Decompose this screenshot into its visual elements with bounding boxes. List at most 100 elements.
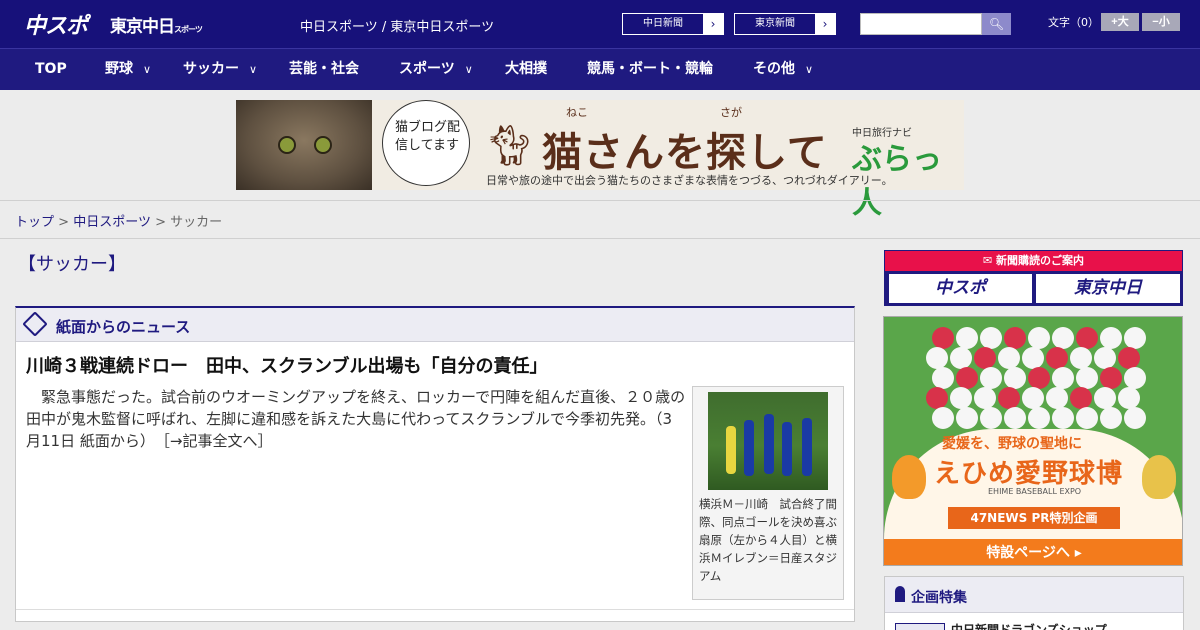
baseball-expo-ad[interactable]: 愛媛を、野球の聖地に えひめ愛野球博 EHIME BASEBALL EXPO 4… — [883, 316, 1183, 566]
expo-title-en: EHIME BASEBALL EXPO — [988, 487, 1082, 496]
nav-item-soccer[interactable]: サッカー ∨ — [183, 49, 257, 90]
article-summary: 緊急事態だった。試合前のウオーミングアップを終え、ロッカーで円陣を組んだ直後、２… — [26, 386, 686, 452]
field-ball — [1004, 327, 1026, 349]
player-figure — [764, 414, 774, 474]
nav-label: 野球 — [105, 61, 133, 77]
search-button[interactable]: 🔍︎ — [982, 13, 1011, 35]
chunichi-shimbun-link[interactable]: 中日新聞 › — [622, 13, 724, 35]
breadcrumb-top[interactable]: トップ — [15, 215, 54, 230]
chevron-down-icon: ∨ — [249, 63, 258, 76]
ribbon-icon — [895, 586, 905, 602]
chevron-down-icon: ∨ — [805, 63, 814, 76]
field-ball — [1076, 407, 1098, 429]
field-ball — [1046, 387, 1068, 409]
field-ball — [1022, 347, 1044, 369]
nav-label: 大相撲 — [505, 61, 547, 77]
field-ball — [1094, 387, 1116, 409]
feature-header: 企画特集 — [885, 577, 1183, 613]
breadcrumb-separator: > — [155, 215, 166, 230]
expo-tagline: 愛媛を、野球の聖地に — [942, 436, 1082, 452]
nav-item-entertainment[interactable]: 芸能・社会 — [289, 49, 359, 90]
field-ball — [980, 367, 1002, 389]
field-ball — [974, 387, 996, 409]
search-input[interactable] — [860, 13, 982, 35]
field-ball — [980, 407, 1002, 429]
ruby-neko: ねこ — [566, 106, 588, 119]
chevron-down-icon: ∨ — [464, 63, 473, 76]
tokyo-shimbun-label: 東京新聞 — [755, 18, 795, 29]
field-ball — [1124, 327, 1146, 349]
tokyo-shimbun-link[interactable]: 東京新聞 › — [734, 13, 836, 35]
newspaper-icon: ✉︎ — [982, 254, 997, 267]
site-header: 中スポ 東京中日スポーツ 中日スポーツ / 東京中日スポーツ 中日新聞 › 東京… — [0, 0, 1200, 48]
site-search: 🔍︎ — [860, 13, 1011, 35]
cat-eye-right — [314, 136, 332, 154]
field-ball — [1046, 347, 1068, 369]
site-title[interactable]: 中日スポーツ / 東京中日スポーツ — [300, 16, 494, 35]
font-size-decrease-button[interactable]: −小 — [1142, 13, 1180, 31]
feature-item-dragons-shop[interactable]: 中日新聞ドラゴンズショップ — [951, 621, 1107, 630]
field-ball — [1052, 407, 1074, 429]
player-figure — [782, 422, 792, 476]
read-more-link[interactable]: ［→記事全文へ］ — [162, 432, 272, 450]
feature-heading: 企画特集 — [911, 590, 967, 606]
field-ball — [1004, 407, 1026, 429]
field-ball — [1052, 367, 1074, 389]
field-ball — [1070, 387, 1092, 409]
font-size-increase-button[interactable]: +大 — [1101, 13, 1139, 31]
field-ball — [956, 327, 978, 349]
ruby-saga: さが — [720, 106, 742, 119]
chevron-right-icon: › — [703, 14, 723, 34]
nav-label: スポーツ — [399, 61, 455, 77]
field-ball — [1118, 347, 1140, 369]
nav-item-sumo[interactable]: 大相撲 — [505, 49, 547, 90]
nav-item-top[interactable]: TOP — [35, 49, 67, 90]
player-figure — [802, 418, 812, 476]
feature-thumb[interactable] — [895, 623, 945, 630]
nav-label: 競馬・ボート・競輪 — [587, 61, 713, 77]
breadcrumb-chunichi-sports[interactable]: 中日スポーツ — [73, 215, 151, 230]
field-ball — [998, 387, 1020, 409]
field-ball — [1070, 347, 1092, 369]
field-ball — [1022, 387, 1044, 409]
expo-cta-button[interactable]: 特設ページへ ▸ — [884, 539, 1182, 565]
news-panel-heading: 紙面からのニュース — [56, 318, 191, 336]
chevron-right-icon: › — [815, 14, 835, 34]
nav-label: その他 — [753, 61, 795, 77]
nav-item-keiba[interactable]: 競馬・ボート・競輪 — [587, 49, 713, 90]
banner-subtitle: 日常や旅の途中で出会う猫たちのさまざまな表情をつづる、つれづれダイアリー。 — [486, 174, 893, 187]
nav-item-other[interactable]: その他 ∨ — [753, 49, 813, 90]
field-ball — [956, 367, 978, 389]
subscription-box: ✉︎ 新聞購読のご案内 中スポ 東京中日 — [884, 250, 1183, 306]
feature-box: 企画特集 中日新聞ドラゴンズショップ — [884, 576, 1184, 630]
expo-title: えひめ愛野球博 — [934, 459, 1124, 489]
breadcrumb-bar: トップ > 中日スポーツ > サッカー — [0, 200, 1200, 239]
field-ball — [974, 347, 996, 369]
breadcrumb-separator: > — [58, 215, 70, 230]
chuspo-logo[interactable]: 中スポ — [24, 8, 88, 40]
tokyo-chunichi-logo[interactable]: 東京中日スポーツ — [110, 12, 203, 37]
field-ball — [950, 347, 972, 369]
article-headline[interactable]: 川崎３戦連続ドロー 田中、スクランブル出場も「自分の責任」 — [26, 352, 547, 378]
nav-item-baseball[interactable]: 野球 ∨ — [105, 49, 151, 90]
field-ball — [1118, 387, 1140, 409]
banner-title: 猫さんを探して — [542, 130, 828, 176]
field-ball — [1124, 367, 1146, 389]
cat-blog-banner[interactable]: 猫ブログ配信してます 🐈︎ ねこ さが 猫さんを探して 中日旅行ナビ ぶらっ人 … — [236, 100, 964, 221]
breadcrumb: トップ > 中日スポーツ > サッカー — [15, 211, 222, 230]
field-ball — [1028, 327, 1050, 349]
page-title: 【サッカー】 — [18, 254, 126, 275]
nav-label: サッカー — [183, 61, 239, 77]
subscription-heading: ✉︎ 新聞購読のご案内 — [885, 251, 1182, 271]
speech-bubble: 猫ブログ配信してます — [382, 100, 470, 186]
cat-eye-left — [278, 136, 296, 154]
subscribe-chuspo-button[interactable]: 中スポ — [889, 274, 1032, 303]
chunichi-shimbun-label: 中日新聞 — [643, 18, 683, 29]
nav-item-sports[interactable]: スポーツ ∨ — [399, 49, 473, 90]
news-panel-header: 紙面からのニュース — [16, 308, 854, 342]
article-photo[interactable] — [708, 392, 828, 490]
nav-label: 芸能・社会 — [289, 61, 359, 77]
field-ball — [1124, 407, 1146, 429]
subscribe-tokyo-chunichi-button[interactable]: 東京中日 — [1036, 274, 1180, 303]
player-figure — [726, 426, 736, 474]
